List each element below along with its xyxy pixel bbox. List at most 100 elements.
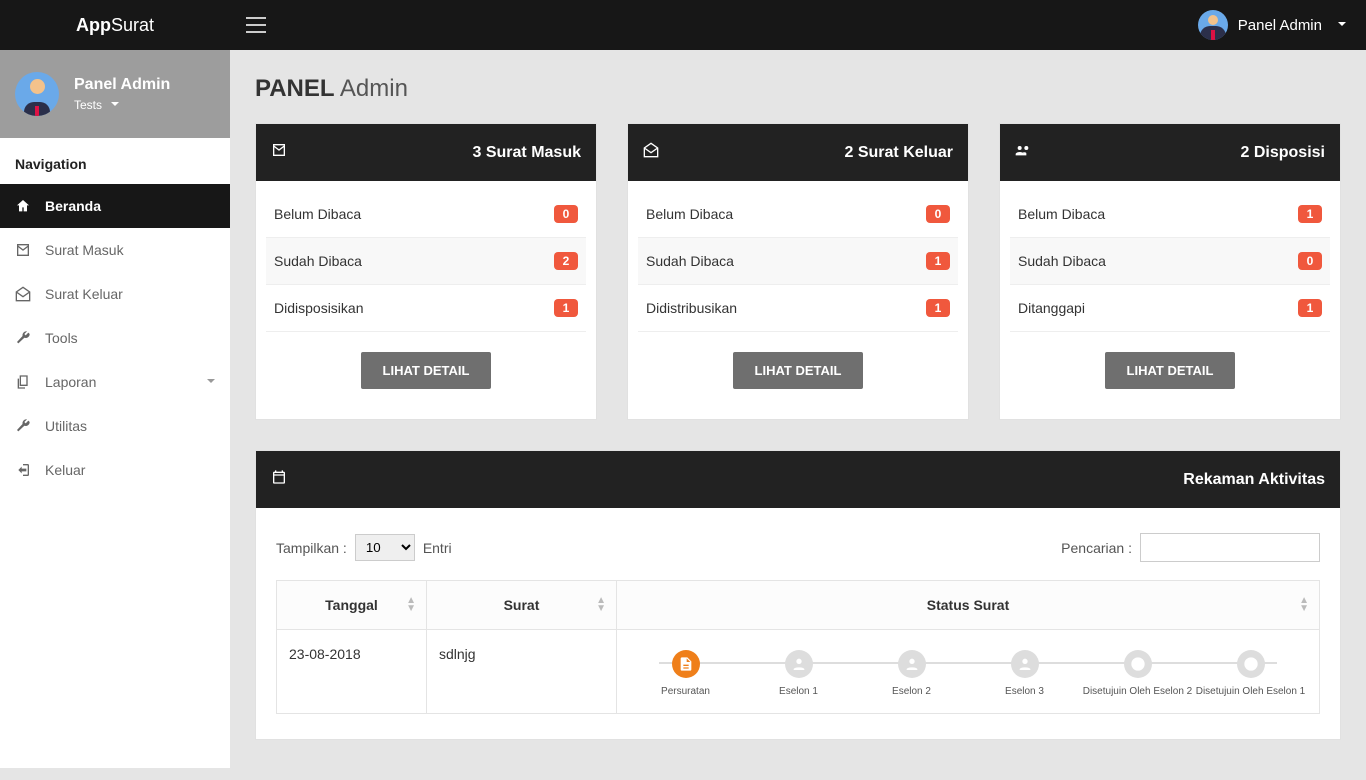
card-row: Ditanggapi1 bbox=[1010, 285, 1330, 332]
page-length-select[interactable]: 10 bbox=[355, 534, 415, 561]
mail-open-icon bbox=[15, 286, 31, 302]
sidebar-profile: Panel Admin Tests bbox=[0, 50, 230, 138]
chevron-down-icon bbox=[105, 98, 119, 112]
topbar: App Surat Panel Admin bbox=[0, 0, 1366, 50]
avatar-icon bbox=[15, 72, 59, 116]
count-badge: 0 bbox=[1298, 252, 1322, 270]
col-status[interactable]: Status Surat▲▼ bbox=[617, 581, 1320, 630]
count-badge: 0 bbox=[554, 205, 578, 223]
mail-icon bbox=[15, 242, 31, 258]
card-title: 3 Surat Masuk bbox=[473, 144, 581, 162]
count-badge: 1 bbox=[926, 252, 950, 270]
sidebar-item-tools[interactable]: Tools bbox=[0, 316, 230, 360]
app-logo-rest: Surat bbox=[111, 15, 154, 36]
sidebar-profile-sub-label: Tests bbox=[74, 98, 102, 112]
cell-status: PersuratanEselon 1Eselon 2Eselon 3Disetu… bbox=[617, 630, 1320, 714]
count-badge: 0 bbox=[926, 205, 950, 223]
status-dot bbox=[1011, 650, 1039, 678]
card-head: 2 Disposisi bbox=[1000, 124, 1340, 181]
status-dot bbox=[785, 650, 813, 678]
mail-icon bbox=[271, 142, 287, 163]
sidebar-item-label: Tools bbox=[45, 330, 78, 346]
page-length-pre: Tampilkan : bbox=[276, 540, 347, 556]
card-row: Belum Dibaca0 bbox=[266, 191, 586, 238]
card-row-label: Belum Dibaca bbox=[646, 206, 733, 222]
summary-card: 2 Surat Keluar Belum Dibaca 0 Sudah Dibaca1… bbox=[627, 123, 969, 420]
card-row: Sudah Dibaca1 bbox=[638, 238, 958, 285]
status-label: Disetujuin Oleh Eselon 1 bbox=[1194, 686, 1307, 697]
home-icon bbox=[15, 198, 31, 214]
status-step: Eselon 3 bbox=[968, 650, 1081, 697]
card-row: Belum Dibaca 0 bbox=[638, 191, 958, 238]
sidebar-section: Navigation bbox=[0, 138, 230, 184]
users-icon bbox=[1015, 142, 1031, 163]
sidebar-item-label: Keluar bbox=[45, 462, 85, 478]
sidebar-item-label: Surat Keluar bbox=[45, 286, 123, 302]
card-row: Sudah Dibaca2 bbox=[266, 238, 586, 285]
page-title: PANEL Admin bbox=[255, 75, 1341, 103]
card-row-label: Ditanggapi bbox=[1018, 300, 1085, 316]
logout-icon bbox=[15, 462, 31, 478]
status-step: Eselon 2 bbox=[855, 650, 968, 697]
app-logo[interactable]: App Surat bbox=[0, 15, 230, 36]
calendar-icon bbox=[271, 469, 287, 490]
card-row: Didistribusikan1 bbox=[638, 285, 958, 332]
sidebar-item-utilitas[interactable]: Utilitas bbox=[0, 404, 230, 448]
search-input[interactable] bbox=[1140, 533, 1320, 562]
search-label: Pencarian : bbox=[1061, 540, 1132, 556]
table-row: 23-08-2018 sdlnjg PersuratanEselon 1Esel… bbox=[277, 630, 1320, 714]
status-dot bbox=[898, 650, 926, 678]
mail-open-icon bbox=[643, 142, 659, 163]
chevron-down-icon bbox=[1332, 17, 1346, 34]
status-label: Persuratan bbox=[629, 686, 742, 697]
sidebar-profile-sub[interactable]: Tests bbox=[74, 98, 170, 112]
card-row: Didisposisikan1 bbox=[266, 285, 586, 332]
sidebar-item-label: Utilitas bbox=[45, 418, 87, 434]
menu-toggle-icon[interactable] bbox=[246, 17, 266, 33]
status-step: Eselon 1 bbox=[742, 650, 855, 697]
card-row: Belum Dibaca1 bbox=[1010, 191, 1330, 238]
card-title: 2 Surat Keluar bbox=[845, 144, 953, 162]
col-tanggal[interactable]: Tanggal▲▼ bbox=[277, 581, 427, 630]
wrench-icon bbox=[15, 330, 31, 346]
user-menu-label: Panel Admin bbox=[1238, 17, 1322, 34]
detail-button[interactable]: LIHAT DETAIL bbox=[361, 352, 492, 389]
card-head: 2 Surat Keluar bbox=[628, 124, 968, 181]
activity-title: Rekaman Aktivitas bbox=[1183, 471, 1325, 489]
copy-icon bbox=[15, 374, 31, 390]
avatar-icon bbox=[1198, 10, 1228, 40]
status-label: Eselon 1 bbox=[742, 686, 855, 697]
card-row-label: Didisposisikan bbox=[274, 300, 363, 316]
status-step: Disetujuin Oleh Eselon 1 bbox=[1194, 650, 1307, 697]
status-step: Persuratan bbox=[629, 650, 742, 697]
sidebar-profile-name: Panel Admin bbox=[74, 76, 170, 94]
activity-table: Tanggal▲▼ Surat▲▼ Status Surat▲▼ 23-08-2… bbox=[276, 580, 1320, 714]
chevron-down-icon bbox=[201, 375, 215, 389]
page-length-post: Entri bbox=[423, 540, 452, 556]
count-badge: 2 bbox=[554, 252, 578, 270]
sidebar-item-beranda[interactable]: Beranda bbox=[0, 184, 230, 228]
cell-tanggal: 23-08-2018 bbox=[277, 630, 427, 714]
summary-card: 2 DisposisiBelum Dibaca1Sudah Dibaca0Dit… bbox=[999, 123, 1341, 420]
card-row-label: Belum Dibaca bbox=[1018, 206, 1105, 222]
status-label: Eselon 3 bbox=[968, 686, 1081, 697]
sidebar-item-label: Laporan bbox=[45, 374, 96, 390]
activity-panel-head: Rekaman Aktivitas bbox=[256, 451, 1340, 508]
detail-button[interactable]: LIHAT DETAIL bbox=[1105, 352, 1236, 389]
page-length: Tampilkan : 10 Entri bbox=[276, 534, 452, 561]
activity-panel: Rekaman Aktivitas Tampilkan : 10 Entri P… bbox=[255, 450, 1341, 740]
page-title-bold: PANEL bbox=[255, 75, 335, 102]
wrench-icon bbox=[15, 418, 31, 434]
cell-surat: sdlnjg bbox=[427, 630, 617, 714]
sidebar-item-surat-masuk[interactable]: Surat Masuk bbox=[0, 228, 230, 272]
main: PANEL Admin 3 Surat Masuk Belum Dibaca 0 Su… bbox=[230, 50, 1366, 780]
sidebar-item-laporan[interactable]: Laporan bbox=[0, 360, 230, 404]
sidebar-item-surat-keluar[interactable]: Surat Keluar bbox=[0, 272, 230, 316]
user-menu[interactable]: Panel Admin bbox=[1198, 10, 1346, 40]
count-badge: 1 bbox=[926, 299, 950, 317]
search-control: Pencarian : bbox=[1061, 533, 1320, 562]
sidebar-item-keluar[interactable]: Keluar bbox=[0, 448, 230, 492]
status-label: Disetujuin Oleh Eselon 2 bbox=[1081, 686, 1194, 697]
detail-button[interactable]: LIHAT DETAIL bbox=[733, 352, 864, 389]
col-surat[interactable]: Surat▲▼ bbox=[427, 581, 617, 630]
